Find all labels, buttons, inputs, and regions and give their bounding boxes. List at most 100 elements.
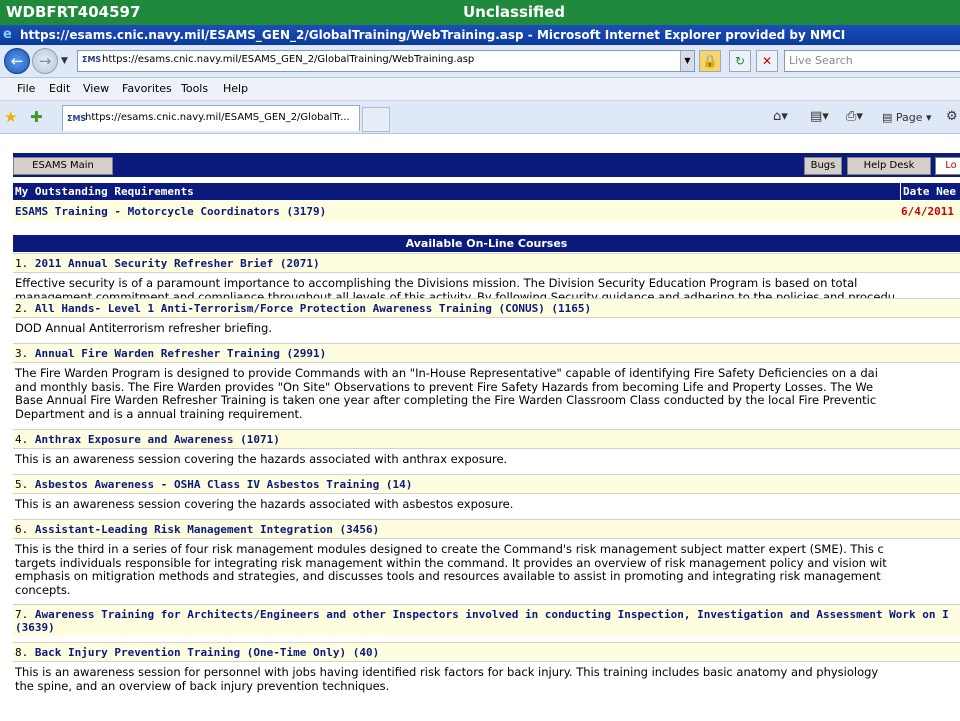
search-input[interactable]: Live Search	[784, 50, 960, 72]
course-number: 3.	[15, 347, 35, 360]
classification-bar: WDBFRT404597 Unclassified	[0, 0, 960, 25]
course-description-line: DOD Annual Antiterrorism refresher brief…	[15, 321, 272, 335]
course-title[interactable]: 7. Awareness Training for Architects/Eng…	[13, 604, 960, 636]
course-title-text[interactable]: Anthrax Exposure and Awareness (1071)	[35, 433, 280, 446]
course-title[interactable]: 6. Assistant-Leading Risk Management Int…	[13, 519, 960, 538]
menu-help[interactable]: Help	[223, 82, 248, 95]
search-placeholder: Live Search	[789, 54, 853, 67]
tab-favicon-icon: ΣMS	[67, 114, 87, 123]
course-number: 2.	[15, 302, 35, 315]
window-title-bar: e https://esams.cnic.navy.mil/ESAMS_GEN_…	[0, 25, 960, 45]
tools-gear-icon[interactable]: ⚙	[946, 109, 958, 124]
bugs-button[interactable]: Bugs	[804, 157, 842, 175]
course-title-text[interactable]: Assistant-Leading Risk Management Integr…	[35, 523, 379, 536]
courses-header: Available On-Line Courses	[13, 235, 960, 252]
course-item: 6. Assistant-Leading Risk Management Int…	[13, 519, 960, 600]
course-title[interactable]: 5. Asbestos Awareness - OSHA Class IV As…	[13, 474, 960, 493]
lock-icon: 🔒	[702, 54, 718, 68]
esams-nav-bar: ESAMS Main Bugs Help Desk Lo	[13, 153, 960, 177]
course-description: This is an awareness session for personn…	[13, 661, 960, 696]
stop-icon: ✕	[761, 54, 773, 68]
refresh-icon: ↻	[734, 54, 746, 68]
course-description-line: This is the third in a series of four ri…	[15, 542, 884, 556]
course-title-text[interactable]: 2011 Annual Security Refresher Brief (20…	[35, 257, 320, 270]
course-description-line: This is an awareness session covering th…	[15, 497, 514, 511]
course-title[interactable]: 3. Annual Fire Warden Refresher Training…	[13, 343, 960, 362]
date-needed-header: Date Nee	[900, 183, 956, 200]
new-tab-button[interactable]	[362, 107, 390, 132]
course-title-text[interactable]: Back Injury Prevention Training (One-Tim…	[35, 646, 379, 659]
menu-view[interactable]: View	[83, 82, 109, 95]
course-description-line: Base Annual Fire Warden Refresher Traini…	[15, 393, 877, 407]
menu-favorites[interactable]: Favorites	[122, 82, 172, 95]
lock-button[interactable]: 🔒	[699, 50, 721, 72]
tab-bar: ★ ✚ ΣMS https://esams.cnic.navy.mil/ESAM…	[0, 101, 960, 134]
course-description-line: Effective security is of a paramount imp…	[15, 276, 858, 290]
menu-tools[interactable]: Tools	[181, 82, 208, 95]
course-item: 8. Back Injury Prevention Training (One-…	[13, 642, 960, 696]
page-menu-label: Page	[895, 111, 923, 124]
course-title-continued[interactable]: (3639)	[15, 621, 55, 634]
course-number: 8.	[15, 646, 35, 659]
course-title[interactable]: 1. 2011 Annual Security Refresher Brief …	[13, 253, 960, 272]
course-title-text[interactable]: Asbestos Awareness - OSHA Class IV Asbes…	[35, 478, 413, 491]
classification-label: Unclassified	[463, 3, 566, 21]
esams-main-button[interactable]: ESAMS Main	[13, 157, 113, 175]
course-description: DOD Annual Antiterrorism refresher brief…	[13, 317, 960, 339]
course-description-line: emphasis on mitigration methods and stra…	[15, 569, 881, 583]
page-content: ESAMS Main Bugs Help Desk Lo My Outstand…	[0, 134, 960, 721]
course-item: 7. Awareness Training for Architects/Eng…	[13, 604, 960, 636]
stop-button[interactable]: ✕	[756, 50, 778, 72]
help-desk-button[interactable]: Help Desk	[847, 157, 931, 175]
course-description: This is the third in a series of four ri…	[13, 538, 960, 600]
menu-file[interactable]: File	[17, 82, 35, 95]
page-menu[interactable]: ▤ Page ▾	[882, 111, 932, 124]
forward-button[interactable]: →	[32, 48, 58, 74]
add-favorite-icon[interactable]: ✚	[30, 108, 43, 126]
course-title-text[interactable]: Awareness Training for Architects/Engine…	[35, 608, 949, 621]
print-icon[interactable]: ⎙▾	[846, 109, 863, 124]
refresh-button[interactable]: ↻	[729, 50, 751, 72]
course-item: 5. Asbestos Awareness - OSHA Class IV As…	[13, 474, 960, 515]
page-favicon-icon: ΣMS	[82, 55, 102, 64]
course-item: 2. All Hands- Level 1 Anti-Terrorism/For…	[13, 298, 960, 339]
course-description: This is an awareness session covering th…	[13, 493, 960, 515]
tab-title: https://esams.cnic.navy.mil/ESAMS_GEN_2/…	[85, 112, 350, 123]
course-description-line: concepts.	[15, 582, 71, 597]
back-arrow-icon: ←	[10, 52, 24, 70]
address-url[interactable]: https://esams.cnic.navy.mil/ESAMS_GEN_2/…	[102, 54, 474, 65]
course-number: 7.	[15, 608, 35, 621]
history-dropdown-icon[interactable]: ▼	[61, 56, 68, 66]
requirements-header: My Outstanding Requirements Date Nee	[13, 183, 960, 200]
back-button[interactable]: ←	[4, 48, 30, 74]
favorites-star-icon[interactable]: ★	[4, 108, 17, 126]
course-number: 5.	[15, 478, 35, 491]
course-description: This is an awareness session covering th…	[13, 448, 960, 470]
course-title[interactable]: 8. Back Injury Prevention Training (One-…	[13, 642, 960, 661]
course-description-line: The Fire Warden Program is designed to p…	[15, 366, 878, 380]
window-title: https://esams.cnic.navy.mil/ESAMS_GEN_2/…	[20, 28, 846, 42]
course-description-line: This is an awareness session covering th…	[15, 452, 508, 466]
course-number: 6.	[15, 523, 35, 536]
course-description-line: targets individuals responsible for inte…	[15, 555, 887, 570]
address-dropdown-icon[interactable]: ▼	[680, 51, 694, 71]
feeds-icon[interactable]: ▤▾	[810, 109, 829, 124]
home-icon[interactable]: ⌂▾	[773, 109, 788, 124]
menu-edit[interactable]: Edit	[49, 82, 70, 95]
tab-active[interactable]: ΣMS https://esams.cnic.navy.mil/ESAMS_GE…	[62, 105, 360, 131]
course-item: 4. Anthrax Exposure and Awareness (1071)…	[13, 429, 960, 470]
course-description-line: and monthly basis. The Fire Warden provi…	[15, 379, 874, 394]
course-item: 3. Annual Fire Warden Refresher Training…	[13, 343, 960, 424]
host-name: WDBFRT404597	[6, 3, 141, 21]
course-number: 4.	[15, 433, 35, 446]
address-bar[interactable]: ΣMS https://esams.cnic.navy.mil/ESAMS_GE…	[77, 50, 695, 72]
logout-button[interactable]: Lo	[935, 157, 960, 175]
course-title-text[interactable]: Annual Fire Warden Refresher Training (2…	[35, 347, 326, 360]
requirement-date: 6/4/2011	[901, 205, 954, 218]
requirement-link[interactable]: ESAMS Training - Motorcycle Coordinators…	[15, 205, 326, 218]
course-description-line: This is an awareness session for personn…	[15, 665, 879, 679]
course-title-text[interactable]: All Hands- Level 1 Anti-Terrorism/Force …	[35, 302, 591, 315]
course-title[interactable]: 2. All Hands- Level 1 Anti-Terrorism/For…	[13, 298, 960, 317]
course-title[interactable]: 4. Anthrax Exposure and Awareness (1071)	[13, 429, 960, 448]
course-number: 1.	[15, 257, 35, 270]
